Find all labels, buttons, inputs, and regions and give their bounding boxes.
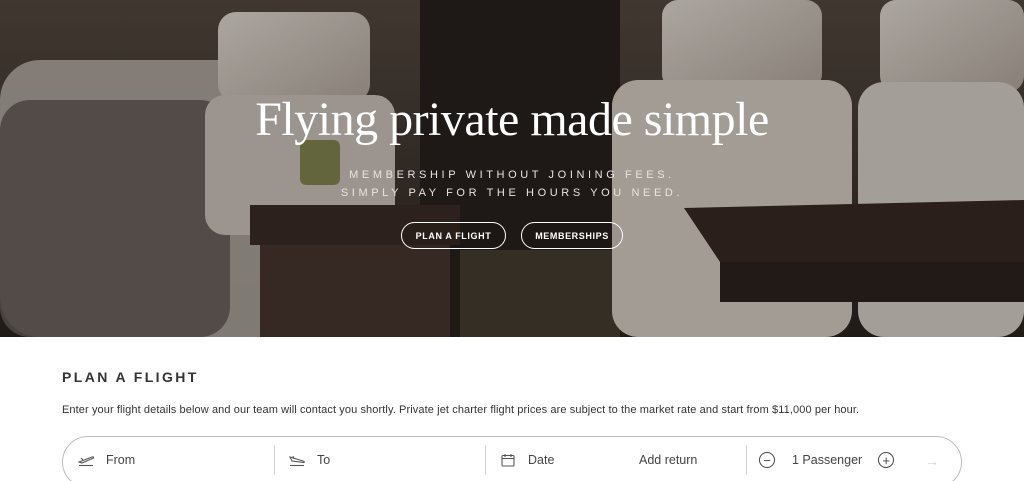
memberships-button[interactable]: MEMBERSHIPS <box>521 222 623 249</box>
field-divider <box>274 445 275 475</box>
calendar-icon <box>499 451 517 469</box>
plan-a-flight-button[interactable]: PLAN A FLIGHT <box>401 222 506 249</box>
plane-takeoff-icon <box>77 451 95 469</box>
field-divider <box>746 445 747 475</box>
to-field[interactable]: To <box>288 437 330 481</box>
plus-circle-icon[interactable]: + <box>878 452 895 468</box>
date-field[interactable]: Date <box>499 437 554 481</box>
plan-section-title: PLAN A FLIGHT <box>62 369 199 385</box>
passenger-stepper: − 1 Passenger + <box>759 437 895 481</box>
hero-banner: Flying private made simple MEMBERSHIP WI… <box>0 0 1024 337</box>
add-return-label: Add return <box>639 453 698 467</box>
minus-circle-icon[interactable]: − <box>759 452 775 468</box>
hero-subtitle-line-1: MEMBERSHIP WITHOUT JOINING FEES. <box>349 169 675 181</box>
add-return-button[interactable]: Add return <box>639 437 697 481</box>
date-field-label: Date <box>528 453 555 467</box>
hero-title: Flying private made simple <box>255 93 769 146</box>
to-field-label: To <box>317 453 331 467</box>
passenger-count: 1 Passenger <box>792 453 863 467</box>
flight-booking-bar: From To Date Add return − 1 Passenger + … <box>62 436 962 481</box>
hero-subtitle-line-2: SIMPLY PAY FOR THE HOURS YOU NEED. <box>340 187 684 199</box>
field-divider <box>485 445 486 475</box>
plan-section-description: Enter your flight details below and our … <box>62 404 860 416</box>
from-field[interactable]: From <box>77 437 135 481</box>
arrow-right-icon[interactable]: → <box>925 453 939 469</box>
from-field-label: From <box>106 453 136 467</box>
plane-landing-icon <box>288 451 306 469</box>
